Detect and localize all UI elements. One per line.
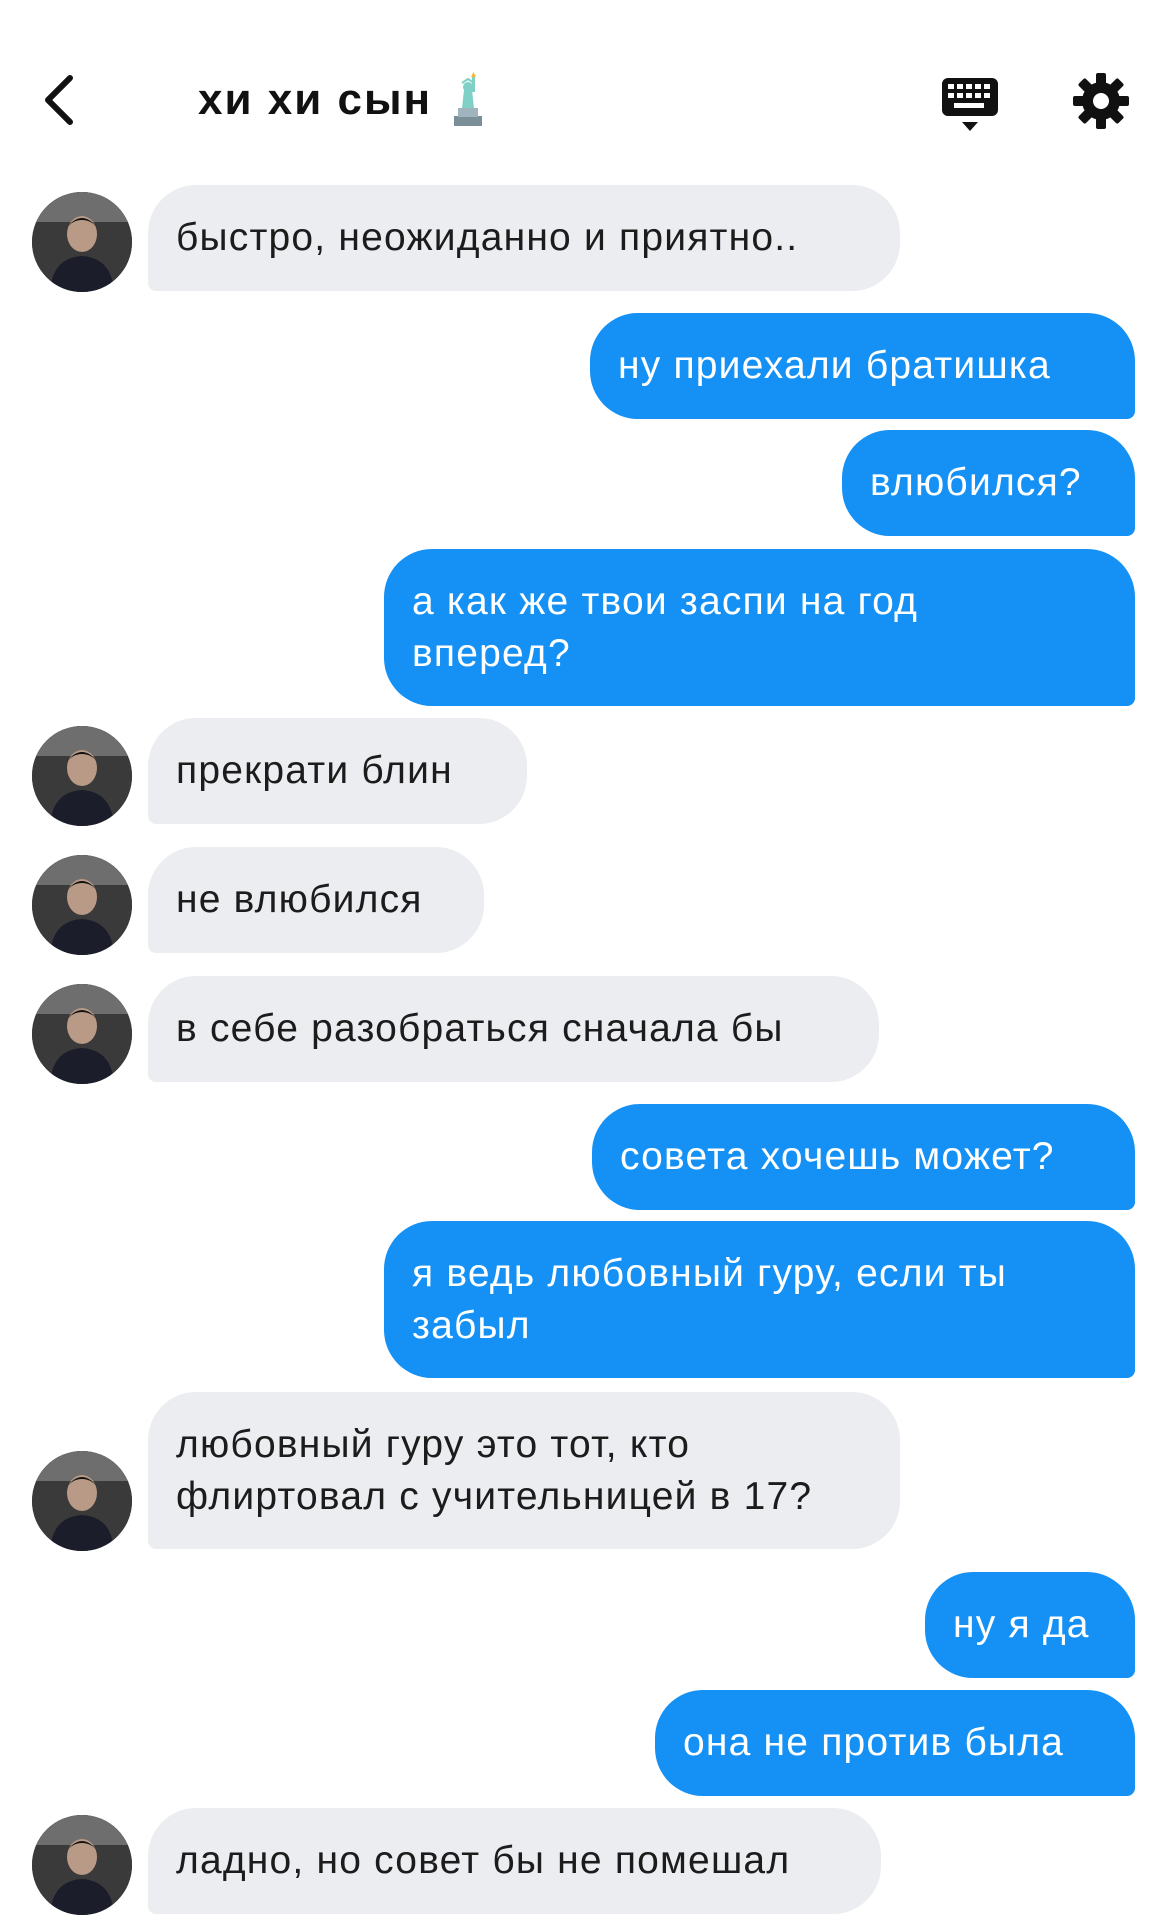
avatar-photo: [32, 984, 132, 1084]
message-bubble-incoming[interactable]: не влюбился: [148, 847, 484, 953]
message-bubble-incoming[interactable]: в себе разобраться сначала бы: [148, 976, 879, 1082]
avatar-photo: [32, 1451, 132, 1551]
avatar[interactable]: [32, 1451, 132, 1551]
message-text: совета хочешь может?: [620, 1135, 1055, 1178]
avatar[interactable]: [32, 984, 132, 1084]
message-text-line: я ведь любовный гуру, если ты: [412, 1251, 1007, 1295]
message-bubble-outgoing[interactable]: она не против была: [655, 1690, 1135, 1796]
message-bubble-outgoing[interactable]: ну приехали братишка: [590, 313, 1135, 419]
message-text: влюбился?: [870, 461, 1082, 504]
message-text: ну приехали братишка: [618, 344, 1051, 387]
message-text: быстро, неожиданно и приятно..: [176, 216, 799, 259]
avatar[interactable]: [32, 726, 132, 826]
message-text-line: а как же твои заспи на год: [412, 579, 919, 623]
message-bubble-incoming[interactable]: ладно, но совет бы не помешал: [148, 1808, 881, 1914]
avatar-photo: [32, 726, 132, 826]
message-bubble-incoming[interactable]: быстро, неожиданно и приятно..: [148, 185, 900, 291]
message-bubble-outgoing[interactable]: а как же твои заспи на год вперед?: [384, 549, 1135, 706]
message-text: не влюбился: [176, 878, 423, 921]
message-bubble-outgoing[interactable]: ну я да: [925, 1572, 1135, 1678]
message-bubble-incoming[interactable]: любовный гуру это тот, кто флиртовал с у…: [148, 1392, 900, 1549]
message-text-line: забыл: [412, 1303, 531, 1347]
message-text: в себе разобраться сначала бы: [176, 1007, 784, 1050]
avatar[interactable]: [32, 855, 132, 955]
avatar[interactable]: [32, 192, 132, 292]
message-text: ну я да: [953, 1603, 1090, 1646]
message-bubble-outgoing[interactable]: я ведь любовный гуру, если ты забыл: [384, 1221, 1135, 1378]
message-text: прекрати блин: [176, 749, 453, 792]
message-text-line: любовный гуру это тот, кто: [176, 1422, 691, 1466]
message-text: она не против была: [683, 1721, 1065, 1764]
message-text-line: флиртовал с учительницей в 17?: [176, 1474, 813, 1518]
message-text-line: вперед?: [412, 631, 571, 675]
avatar-photo: [32, 855, 132, 955]
message-text: ладно, но совет бы не помешал: [176, 1839, 791, 1882]
message-bubble-incoming[interactable]: прекрати блин: [148, 718, 527, 824]
message-list[interactable]: быстро, неожиданно и приятно.. ну приеха…: [0, 0, 1170, 1920]
avatar-photo: [32, 1815, 132, 1915]
avatar-photo: [32, 192, 132, 292]
message-bubble-outgoing[interactable]: совета хочешь может?: [592, 1104, 1135, 1210]
message-bubble-outgoing[interactable]: влюбился?: [842, 430, 1135, 536]
avatar[interactable]: [32, 1815, 132, 1915]
